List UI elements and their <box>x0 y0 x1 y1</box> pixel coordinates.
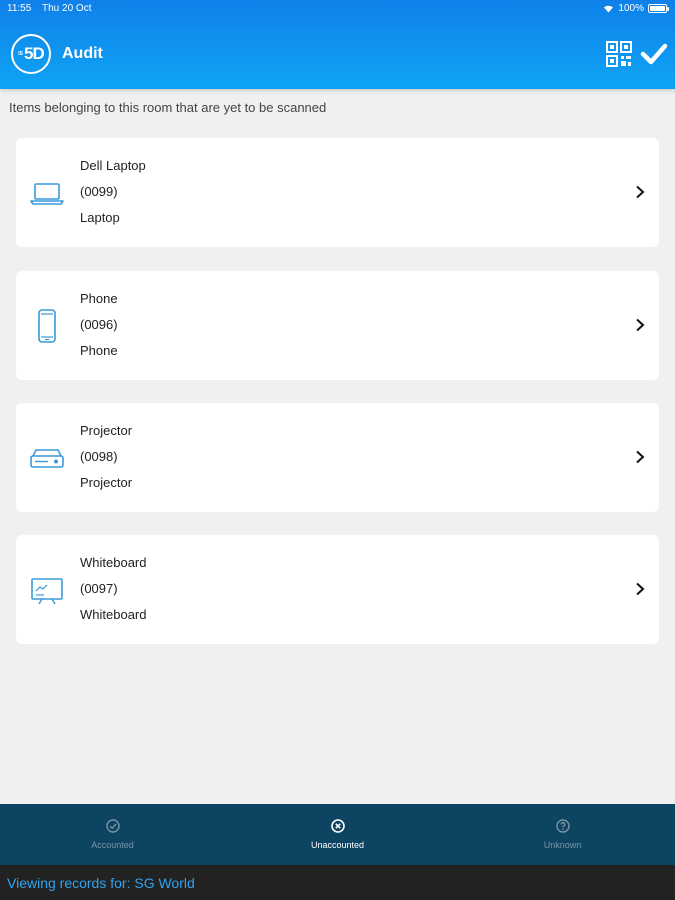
item-name: Dell Laptop <box>80 158 146 173</box>
list-item[interactable]: Whiteboard (0097) Whiteboard <box>16 535 659 644</box>
app-logo: IS 5D <box>11 34 51 74</box>
status-time: 11:55 <box>7 3 32 14</box>
item-name: Whiteboard <box>80 555 147 570</box>
chevron-right-icon <box>636 450 645 464</box>
item-code: (0097) <box>80 581 118 596</box>
battery-percent: 100% <box>618 3 644 14</box>
logo-text: 5D <box>24 44 45 63</box>
phone-icon <box>38 309 56 343</box>
status-bar: 11:55 Thu 20 Oct 100% <box>0 0 675 18</box>
whiteboard-icon <box>31 578 63 605</box>
confirm-check-icon[interactable] <box>640 40 668 68</box>
item-type: Whiteboard <box>80 607 147 622</box>
qr-code-icon[interactable] <box>606 41 632 67</box>
tab-unaccounted[interactable]: Unaccounted <box>225 804 450 865</box>
list-subtitle: Items belonging to this room that are ye… <box>9 100 327 115</box>
question-circle-icon <box>555 819 570 833</box>
tab-label: Unknown <box>543 840 582 850</box>
battery-icon <box>648 4 669 13</box>
item-type: Laptop <box>80 210 120 225</box>
list-item[interactable]: Phone (0096) Phone <box>16 271 659 380</box>
tab-unknown[interactable]: Unknown <box>450 804 675 865</box>
logo-small-text: IS <box>18 51 23 57</box>
list-item[interactable]: Dell Laptop (0099) Laptop <box>16 138 659 247</box>
item-details: Projector (0098) Projector <box>80 423 132 501</box>
tab-label: Accounted <box>91 840 134 850</box>
projector-icon <box>30 449 64 468</box>
chevron-right-icon <box>636 318 645 332</box>
app-header: 11:55 Thu 20 Oct 100% IS 5D Audit <box>0 0 675 89</box>
item-code: (0099) <box>80 184 118 199</box>
status-right: 100% <box>603 3 669 14</box>
bottom-tab-bar: Accounted Unaccounted Unknown <box>0 804 675 865</box>
item-details: Whiteboard (0097) Whiteboard <box>80 555 146 633</box>
item-type: Phone <box>80 343 118 358</box>
list-item[interactable]: Projector (0098) Projector <box>16 403 659 512</box>
tab-label: Unaccounted <box>310 840 365 850</box>
item-code: (0096) <box>80 317 118 332</box>
chevron-right-icon <box>636 185 645 199</box>
footer-bar: Viewing records for: SG World <box>0 865 675 900</box>
laptop-icon <box>30 183 64 205</box>
item-name: Phone <box>80 291 118 306</box>
chevron-right-icon <box>636 582 645 596</box>
item-details: Phone (0096) Phone <box>80 291 118 369</box>
battery-fill <box>650 6 665 11</box>
check-circle-icon <box>105 819 120 833</box>
item-details: Dell Laptop (0099) Laptop <box>80 158 146 236</box>
item-type: Projector <box>80 475 133 490</box>
item-name: Projector <box>80 423 133 438</box>
item-code: (0098) <box>80 449 118 464</box>
page-title: Audit <box>62 45 103 62</box>
tab-accounted[interactable]: Accounted <box>0 804 225 865</box>
x-circle-icon <box>330 819 345 833</box>
status-date: Thu 20 Oct <box>42 3 92 14</box>
viewing-records-text: Viewing records for: SG World <box>7 875 195 891</box>
wifi-icon <box>604 5 614 13</box>
